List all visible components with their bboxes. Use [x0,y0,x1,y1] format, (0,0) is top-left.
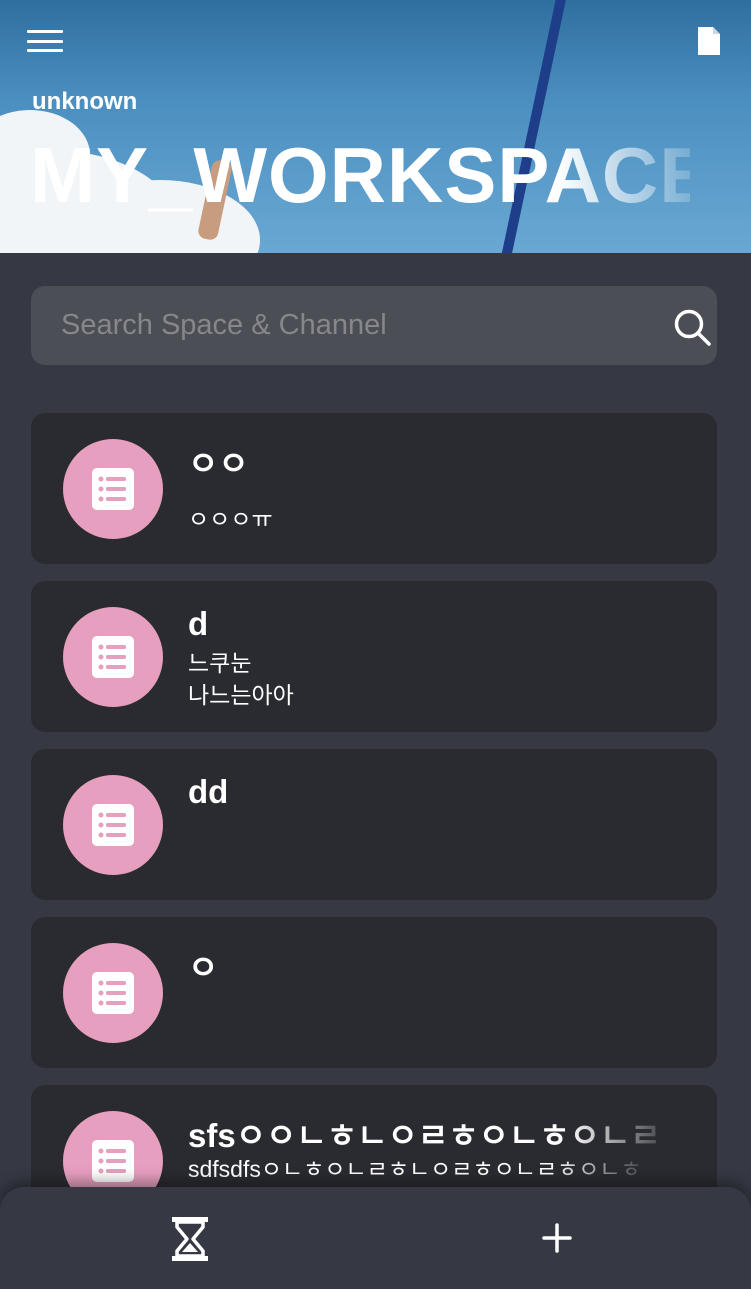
list-icon [92,636,134,678]
search-bar [31,286,717,365]
channel-avatar [63,775,163,875]
channel-subtitle: sdfsdfsㅇㄴㅎㅇㄴㄹㅎㄴㅇㄹㅎㅇㄴㄹㅎㅇㄴㅎ [188,1156,642,1182]
channel-card[interactable]: dd [31,749,717,900]
hourglass-icon[interactable] [168,1215,212,1263]
list-icon [92,468,134,510]
channel-avatar [63,607,163,707]
user-name: unknown [32,88,138,115]
channel-card[interactable]: ㅇ [31,917,717,1068]
channel-avatar [63,943,163,1043]
list-icon [92,972,134,1014]
channel-subtitle: 느쿠눈 나느는아아 [188,650,294,708]
channel-avatar [63,1111,163,1187]
search-icon[interactable] [671,306,713,348]
channel-card[interactable]: ㅇㅇ ㅇㅇㅇㅠ [31,413,717,564]
channel-subtitle: ㅇㅇㅇㅠ [188,506,273,532]
list-icon [92,1140,134,1182]
channel-title: ㅇ [188,949,219,986]
workspace-header: unknown MY_WORKSPACE [0,0,751,253]
channel-title: d [188,605,209,642]
channel-card[interactable]: sfsㅇㅇㄴㅎㄴㅇㄹㅎㅇㄴㅎㅇㄴㄹ sdfsdfsㅇㄴㅎㅇㄴㄹㅎㄴㅇㄹㅎㅇㄴㄹㅎ… [31,1085,717,1187]
document-icon[interactable] [695,24,723,58]
channel-card[interactable]: d 느쿠눈 나느는아아 [31,581,717,732]
channel-title: ㅇㅇ [188,445,249,482]
search-input[interactable] [61,286,621,365]
channel-avatar [63,439,163,539]
channel-title: sfsㅇㅇㄴㅎㄴㅇㄹㅎㅇㄴㅎㅇㄴㄹ [188,1117,661,1154]
channel-list: ㅇㅇ ㅇㅇㅇㅠ d 느쿠눈 나느는아아 dd ㅇ sfsㅇㅇㄴㅎㄴㅇㄹㅎㅇㄴㅎㅇ… [31,413,717,1187]
workspace-title: MY_WORKSPACE [30,131,690,219]
channel-title: dd [188,773,229,810]
hamburger-menu-icon[interactable] [25,26,65,56]
bottom-navigation [0,1187,751,1289]
list-icon [92,804,134,846]
plus-icon[interactable] [538,1219,576,1257]
